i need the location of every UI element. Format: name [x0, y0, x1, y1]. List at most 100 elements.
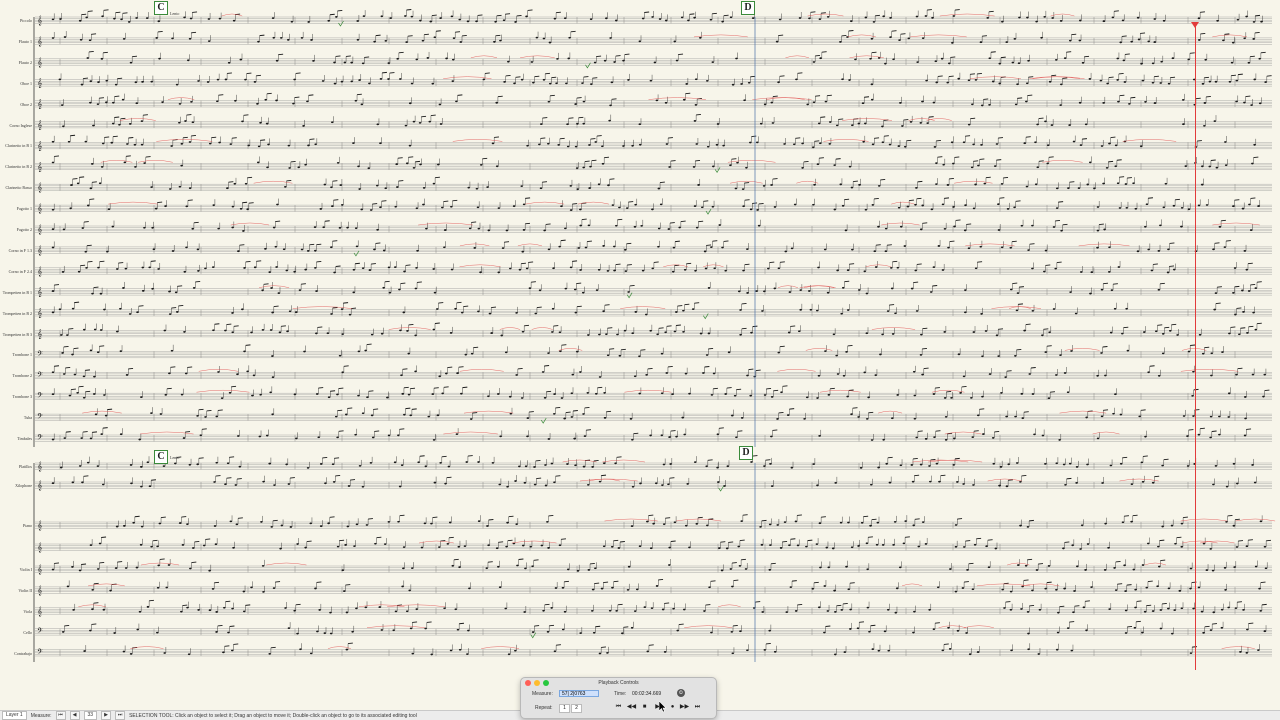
staff-label: Viola	[23, 608, 32, 614]
last-measure-icon[interactable]: ⏭	[115, 711, 126, 720]
time-label: Time:	[614, 691, 627, 697]
staff[interactable]: 𝄞	[35, 578, 1272, 596]
staff-label: Violin II	[18, 587, 32, 593]
staff-label: Oboe 1	[20, 80, 32, 86]
staff[interactable]: 𝄞	[35, 474, 1272, 492]
staff[interactable]: 𝄞	[35, 113, 1272, 131]
svg-text:𝄞: 𝄞	[37, 161, 42, 172]
staff[interactable]: 𝄢	[35, 365, 1272, 381]
svg-text:𝄞: 𝄞	[37, 564, 42, 575]
staff[interactable]: 𝄞	[35, 134, 1272, 151]
svg-text:𝄢: 𝄢	[37, 391, 43, 402]
measure-input[interactable]: 57| 2|0763	[559, 690, 599, 697]
staff-label: Fagotto 1	[16, 206, 32, 212]
staff[interactable]: 𝄞	[35, 455, 1272, 472]
staff[interactable]: 𝄞	[35, 280, 1272, 299]
svg-text:𝄞: 𝄞	[37, 203, 42, 214]
staff-label: Corno in F 1.3	[8, 247, 32, 253]
step-back-icon[interactable]: ◀◀	[626, 703, 637, 712]
staff-label: Trompetten in B 2	[2, 310, 32, 316]
staff[interactable]: 𝄞	[35, 322, 1272, 340]
rehearsal-mark[interactable]: D	[741, 1, 755, 15]
svg-text:𝄞: 𝄞	[37, 308, 42, 319]
staff[interactable]: 𝄞	[35, 176, 1272, 193]
svg-text:𝄢: 𝄢	[37, 370, 43, 381]
rewind-to-start-icon[interactable]: ⏮	[613, 703, 624, 712]
staff[interactable]: 𝄢	[35, 620, 1272, 639]
staff-label: Violin I	[19, 567, 32, 572]
staff-label: Trombone 1	[12, 352, 32, 358]
svg-text:𝄞: 𝄞	[37, 15, 42, 26]
stop-icon[interactable]: ■	[639, 703, 650, 712]
staff[interactable]: 𝄢	[35, 343, 1272, 360]
staff[interactable]: 𝄢	[35, 385, 1272, 402]
repeat-to-field[interactable]: 2	[571, 704, 582, 713]
svg-text:𝄞: 𝄞	[37, 520, 42, 531]
prev-measure-icon[interactable]: ◀	[69, 711, 80, 720]
staff[interactable]: 𝄢	[35, 406, 1272, 424]
staff-label: Trombone 3	[12, 394, 32, 400]
staff[interactable]: 𝄞	[35, 599, 1272, 617]
rehearsal-mark[interactable]: D	[739, 446, 753, 460]
staff[interactable]: 𝄞	[35, 51, 1272, 69]
staff-label: Fagotto 2	[16, 227, 32, 232]
rehearsal-mark[interactable]: C	[154, 1, 168, 15]
clock-icon[interactable]: ⏲	[677, 689, 685, 697]
playback-cursor-line[interactable]	[1195, 24, 1196, 670]
staff[interactable]: 𝄞	[35, 9, 1272, 27]
repeat-label: Repeat:	[535, 705, 553, 711]
status-measure-input[interactable]: 33	[83, 711, 98, 720]
repeat-from-field[interactable]: 1	[559, 704, 570, 713]
staff-label: Clarinetto in B 2	[5, 164, 32, 170]
playback-controls-window[interactable]: Playback Controls Measure: 57| 2|0763 Ti…	[520, 677, 717, 719]
staff-label: Platillos	[18, 464, 32, 469]
staff[interactable]: 𝄞	[35, 92, 1272, 110]
svg-text:𝄞: 𝄞	[37, 140, 42, 151]
measure-label: Measure:	[532, 691, 553, 697]
svg-text:𝄞: 𝄞	[37, 99, 42, 110]
staff[interactable]: 𝄞	[35, 30, 1272, 47]
rehearsal-mark[interactable]: C	[154, 450, 168, 464]
fast-forward-icon[interactable]: ⏭	[692, 703, 703, 712]
svg-text:𝄞: 𝄞	[37, 329, 42, 340]
staff-label: Oboe 2	[20, 101, 32, 107]
staff[interactable]: 𝄞	[35, 155, 1272, 173]
playback-cursor-marker[interactable]	[1191, 22, 1199, 28]
staff-label: Flauto 2	[18, 59, 32, 65]
staff-label: Contrabajo	[14, 650, 32, 656]
svg-text:𝄞: 𝄞	[37, 120, 42, 131]
record-icon[interactable]: ●	[667, 703, 678, 712]
staff-label: Tuba	[23, 415, 32, 421]
score-notation[interactable]: 𝄞 𝄞 𝄞 𝄞 𝄞 𝄞 𝄞 𝄞 𝄞 𝄞 𝄞 𝄞 𝄞 𝄞 𝄞 𝄞 𝄢 𝄢 𝄢 𝄢 𝄢 𝄞 𝄞 𝄞 𝄞 𝄞 𝄞 𝄞 𝄢 𝄢	[0, 0, 1280, 708]
next-measure-icon[interactable]: ▶	[101, 711, 112, 720]
staff[interactable]: 𝄞	[35, 239, 1272, 257]
svg-text:𝄞: 𝄞	[37, 266, 42, 277]
staff-label: Timbales	[17, 436, 32, 441]
staff[interactable]: 𝄞	[35, 536, 1272, 553]
staff-label: Trombone 2	[12, 373, 32, 379]
staff[interactable]: 𝄞	[35, 558, 1272, 575]
tempo-marking: Lento	[170, 11, 180, 16]
svg-text:𝄞: 𝄞	[37, 461, 42, 472]
staff[interactable]: 𝄞	[35, 301, 1272, 320]
staff[interactable]: 𝄢	[35, 427, 1272, 444]
layer-select[interactable]: Layer 1	[2, 711, 27, 720]
staff[interactable]: 𝄞	[35, 197, 1272, 215]
staff[interactable]: 𝄞	[35, 514, 1276, 531]
staff-label: Corno Inglese	[9, 122, 32, 128]
staff[interactable]: 𝄢	[35, 642, 1272, 659]
staff[interactable]: 𝄞	[35, 260, 1272, 277]
staff[interactable]: 𝄞	[35, 71, 1272, 89]
staff-label: Piano	[22, 523, 32, 528]
svg-text:𝄞: 𝄞	[37, 78, 42, 89]
svg-text:𝄢: 𝄢	[37, 412, 43, 423]
staff-label: Flauto 1	[18, 38, 32, 44]
step-forward-icon[interactable]: ▶▶	[679, 703, 690, 712]
staff[interactable]: 𝄞	[35, 218, 1272, 235]
svg-text:𝄢: 𝄢	[37, 349, 43, 360]
staff-label: Cello	[23, 629, 32, 635]
staff-label: Clarinetto Basso	[5, 185, 32, 191]
first-measure-icon[interactable]: ⏮	[55, 711, 66, 720]
status-message: SELECTION TOOL: Click an object to selec…	[129, 712, 417, 719]
score-page[interactable]: 𝄞 𝄞 𝄞 𝄞 𝄞 𝄞 𝄞 𝄞 𝄞 𝄞 𝄞 𝄞 𝄞 𝄞 𝄞 𝄞 𝄢 𝄢 𝄢 𝄢 𝄢 𝄞 𝄞 𝄞 𝄞 𝄞 𝄞 𝄞 𝄢 𝄢 Piccolo Fl…	[0, 0, 1280, 708]
